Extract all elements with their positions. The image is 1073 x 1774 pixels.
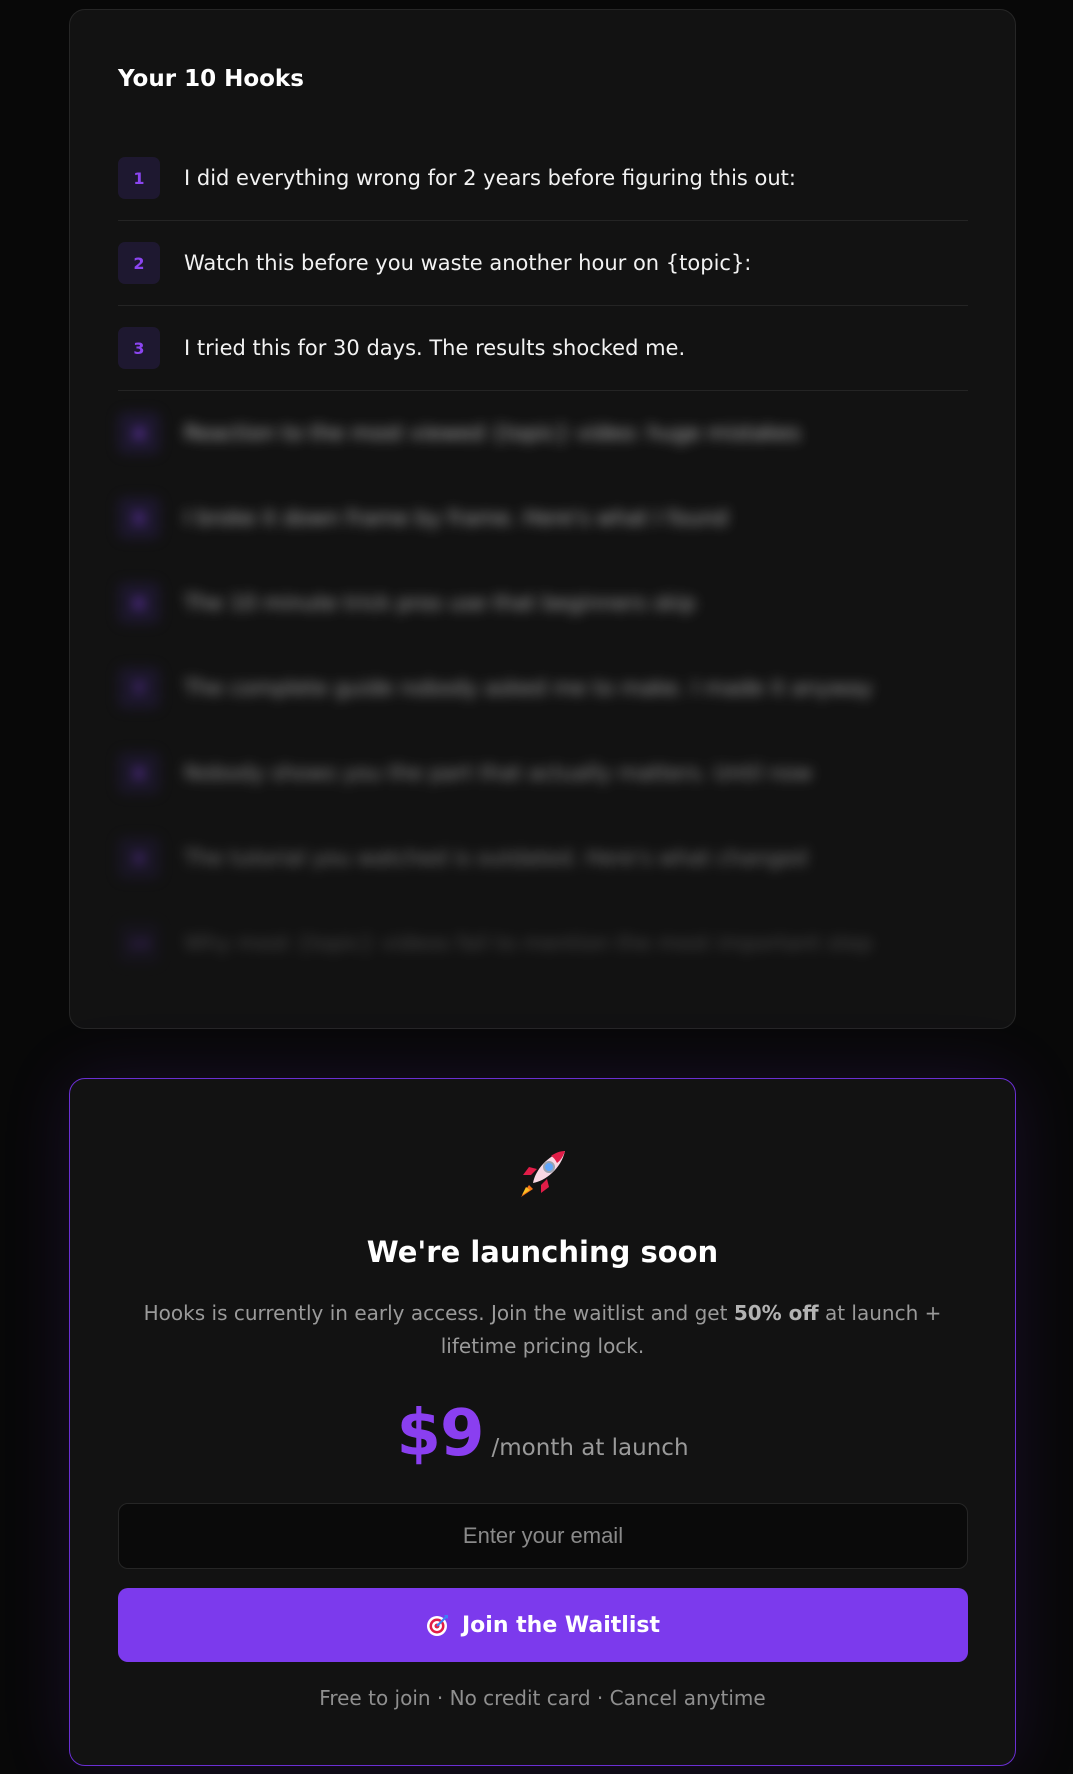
hook-item-locked: 9 The tutorial you watched is outdated. …	[118, 816, 968, 901]
price-row: $9 /month at launch	[70, 1397, 1015, 1471]
hook-item-locked: 4 Reaction to the most viewed {topic} vi…	[118, 391, 968, 476]
join-waitlist-label: Join the Waitlist	[462, 1612, 660, 1638]
hooks-card: Your 10 Hooks 1 I did everything wrong f…	[69, 9, 1016, 1029]
hook-text: I did everything wrong for 2 years befor…	[184, 166, 796, 190]
rocket-icon	[70, 1145, 1015, 1207]
hook-item: 2 Watch this before you waste another ho…	[118, 221, 968, 306]
target-icon	[426, 1613, 450, 1637]
hook-number-badge: 9	[118, 837, 160, 879]
hook-text: The 10 minute trick pros use that beginn…	[184, 591, 696, 615]
launch-description: Hooks is currently in early access. Join…	[120, 1297, 965, 1363]
hook-item-locked: 7 The complete guide nobody asked me to …	[118, 646, 968, 731]
hook-item-locked: 10 Why most {topic} videos fail to menti…	[118, 901, 968, 986]
hook-item-locked: 6 The 10 minute trick pros use that begi…	[118, 561, 968, 646]
hook-text: Nobody shows you the part that actually …	[184, 761, 813, 785]
price-amount: $9	[396, 1397, 484, 1471]
launch-title: We're launching soon	[366, 1235, 719, 1269]
hook-item: 1 I did everything wrong for 2 years bef…	[118, 136, 968, 221]
hook-number-badge: 1	[118, 157, 160, 199]
hook-text: The tutorial you watched is outdated. He…	[184, 846, 808, 870]
hook-text: I tried this for 30 days. The results sh…	[184, 336, 686, 360]
hook-item: 3 I tried this for 30 days. The results …	[118, 306, 968, 391]
fineprint: Free to join · No credit card · Cancel a…	[319, 1686, 766, 1710]
hook-text: I broke it down frame by frame. Here's w…	[184, 506, 728, 530]
discount-highlight: 50% off	[733, 1301, 819, 1325]
price-unit: /month at launch	[491, 1435, 689, 1461]
hook-text: Why most {topic} videos fail to mention …	[184, 931, 873, 955]
description-text: Hooks is currently in early access. Join…	[143, 1301, 734, 1325]
hook-text: Watch this before you waste another hour…	[184, 251, 752, 275]
join-waitlist-button[interactable]: Join the Waitlist	[118, 1588, 968, 1662]
email-input[interactable]	[118, 1503, 968, 1569]
hook-number-badge: 5	[118, 497, 160, 539]
hook-item-locked: 5 I broke it down frame by frame. Here's…	[118, 476, 968, 561]
hook-number-badge: 10	[118, 922, 160, 964]
hook-item-locked: 8 Nobody shows you the part that actuall…	[118, 731, 968, 816]
hooks-title: Your 10 Hooks	[118, 66, 304, 92]
waitlist-card: We're launching soon Hooks is currently …	[69, 1078, 1016, 1766]
hook-number-badge: 4	[118, 412, 160, 454]
hook-number-badge: 2	[118, 242, 160, 284]
hook-list: 1 I did everything wrong for 2 years bef…	[118, 136, 968, 986]
hook-number-badge: 3	[118, 327, 160, 369]
hook-text: Reaction to the most viewed {topic} vide…	[184, 421, 801, 445]
hook-number-badge: 6	[118, 582, 160, 624]
hook-number-badge: 8	[118, 752, 160, 794]
hook-text: The complete guide nobody asked me to ma…	[184, 676, 873, 700]
hook-number-badge: 7	[118, 667, 160, 709]
